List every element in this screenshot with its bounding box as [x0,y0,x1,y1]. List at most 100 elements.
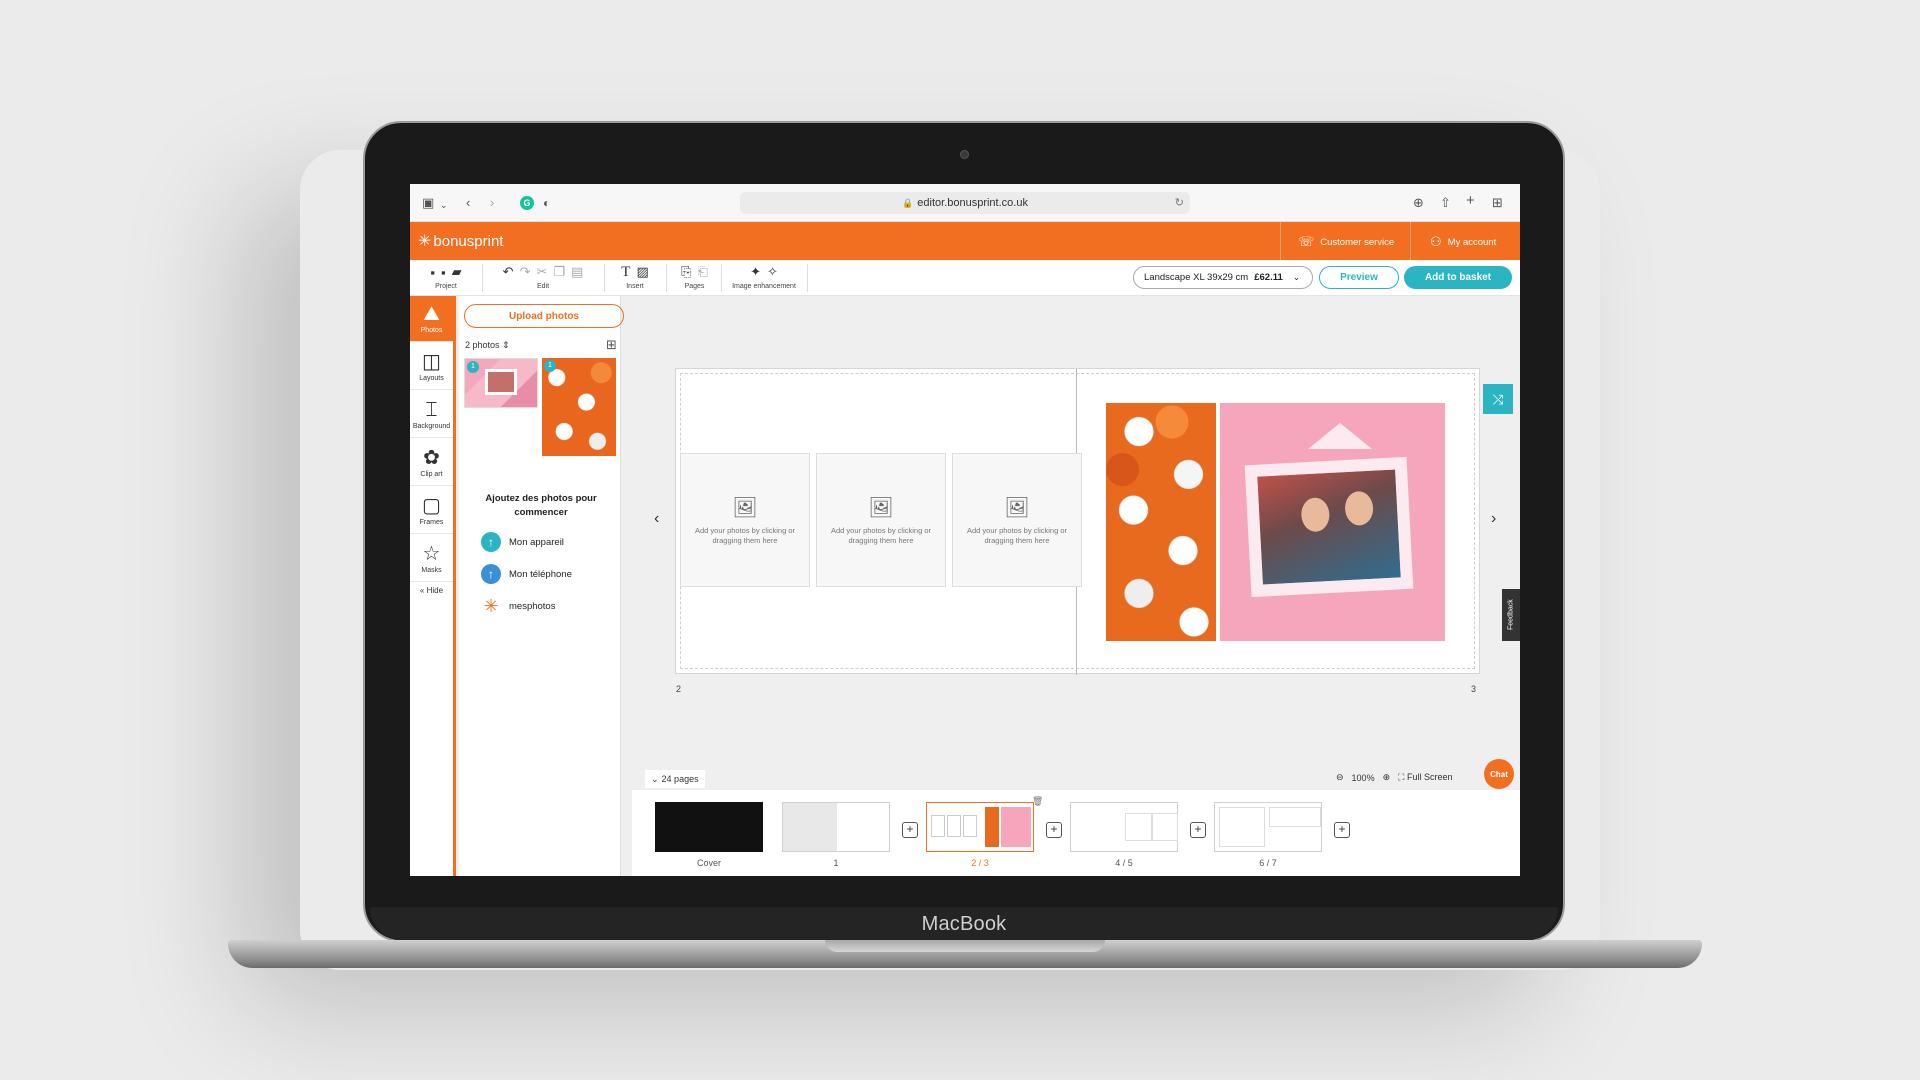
page-thumb-6-7[interactable] [1214,802,1322,852]
shield-icon[interactable]: ◐ [543,195,550,211]
flower-icon: ✿ [423,447,440,469]
left-page-number: 2 [676,684,682,694]
grammarly-icon[interactable]: G [520,196,534,210]
open-folder-icon[interactable]: ▰ [452,264,462,280]
trash-icon[interactable]: 🗑 [1032,796,1043,807]
photos-icon: ⛰ [423,303,440,325]
add-to-basket-button[interactable]: Add to basket [1404,266,1512,289]
new-tab-icon[interactable]: + [1466,193,1475,209]
page-count-toggle[interactable]: ⌄ 24 pages [645,770,705,788]
photo-placeholder[interactable]: 🖼 Add your photos by clicking or draggin… [816,453,946,587]
format-price: £62.11 [1254,272,1283,283]
hide-rail-button[interactable]: « Hide [410,586,453,595]
thumb-slot [931,815,945,837]
page-thumb-1[interactable] [782,802,890,852]
format-select[interactable]: Landscape XL 39x29 cm £62.11 ⌄ [1133,266,1313,289]
page-thumb-label: 1 [833,858,839,868]
address-bar[interactable]: 🔒 editor.bonusprint.co.uk ↻ [740,192,1190,214]
sidebar-icon[interactable]: ▣ [422,195,434,211]
rail-item-layouts[interactable]: ◫ Layouts [410,344,453,390]
pages-group: ⎘ ⎗ Pages [672,263,717,295]
chat-button[interactable]: Chat [1484,759,1514,789]
thumb-slot [1269,807,1321,827]
sort-icon: ⇕ [502,340,510,350]
add-page-icon[interactable]: ⎘ [681,264,691,280]
placed-photo-frame[interactable] [1220,403,1445,641]
page-thumb-2-3[interactable] [926,802,1034,852]
source-my-phone[interactable]: ↑ Mon téléphone [481,564,572,584]
feedback-tab[interactable]: Feedback [1502,589,1520,641]
paste-icon[interactable]: ▤ [571,264,583,280]
copy-icon[interactable]: ❐ [553,264,565,280]
insert-label: Insert [626,283,644,290]
add-page-button[interactable]: + [1190,822,1206,838]
redo-icon[interactable]: ↷ [520,264,531,280]
webcam [960,150,969,159]
rail-item-clip-art[interactable]: ✿ Clip art [410,440,453,486]
insert-image-icon[interactable]: ▨ [636,264,648,280]
enhance-icon[interactable]: ✧ [767,264,778,280]
placed-photo-sweets[interactable] [1106,403,1216,641]
rail-item-label: Photos [420,327,443,334]
page-thumb-cover[interactable] [655,802,763,852]
rail-item-background[interactable]: ⌶ Background [410,392,453,438]
page-count-text: 24 pages [661,774,699,784]
zoom-out-icon[interactable]: ⊖ [1336,772,1344,783]
undo-icon[interactable]: ↶ [503,264,514,280]
frame-roof [1308,423,1372,449]
photo-placeholder[interactable]: 🖼 Add your photos by clicking or draggin… [952,453,1082,587]
previous-page-arrow[interactable]: ‹ [654,510,659,528]
source-mesphotos[interactable]: ✳ mesphotos [481,596,555,617]
source-label: Mon téléphone [509,568,572,580]
upload-photos-button[interactable]: Upload photos [464,304,624,328]
star-mask-icon: ☆ [422,543,441,565]
back-icon[interactable]: ‹ [466,195,470,211]
thumb-slot [1152,813,1178,841]
photos-panel: Upload photos 2 photos ⇕ ⊞ 1 1 Ajoutez d… [459,296,624,876]
rail-item-masks[interactable]: ☆ Masks [410,536,453,582]
placeholder-text: Add your photos by clicking or dragging … [830,525,932,545]
my-account-link[interactable]: ⚇ My account [1430,234,1496,250]
full-screen-button[interactable]: ⛶ Full Screen [1398,772,1452,783]
cut-icon[interactable]: ✂ [536,264,547,280]
save-as-icon[interactable]: ▪ [441,265,446,280]
grid-view-icon[interactable]: ⊞ [606,337,617,353]
download-icon[interactable]: ⊕ [1413,195,1424,211]
photo-thumbnail-sweets[interactable]: 1 [542,358,616,456]
page-thumb-label: 4 / 5 [1115,858,1133,868]
share-icon[interactable]: ⇧ [1440,195,1451,211]
logo[interactable]: ✳ bonusprint [418,231,503,251]
preview-button[interactable]: Preview [1319,266,1399,289]
customer-service-link[interactable]: ☏ Customer service [1298,234,1394,250]
rail-item-photos[interactable]: ⛰ Photos [410,296,453,342]
add-page-button[interactable]: + [1334,822,1350,838]
forward-icon[interactable]: › [490,195,494,211]
source-my-device[interactable]: ↑ Mon appareil [481,532,564,552]
page-thumb-4-5[interactable] [1070,802,1178,852]
page-half [783,803,837,851]
rail-item-frames[interactable]: ▢ Frames [410,488,453,534]
next-page-arrow[interactable]: › [1491,510,1496,528]
person [1300,496,1331,533]
remove-page-icon[interactable]: ⎗ [698,264,708,280]
text-icon[interactable]: T [621,264,630,281]
save-icon[interactable]: ▪ [430,265,435,280]
zoom-in-icon[interactable]: ⊕ [1383,772,1391,783]
rail-item-label: Frames [419,519,444,526]
pages-label: Pages [684,283,705,290]
shuffle-button[interactable]: ⤨ [1483,384,1513,414]
photo-thumbnail-frame[interactable]: 1 [464,358,538,408]
tab-overview-icon[interactable]: ⊞ [1492,195,1503,211]
photos-count-select[interactable]: 2 photos ⇕ [465,340,510,351]
reload-icon[interactable]: ↻ [1175,196,1184,209]
chevron-down-icon[interactable]: ⌄ [440,197,448,213]
logo-text: bonusprint [433,232,504,250]
magic-wand-icon[interactable]: ✦ [750,264,761,280]
add-page-button[interactable]: + [902,822,918,838]
add-page-button[interactable]: + [1046,822,1062,838]
toolbar-divider [666,264,667,292]
usage-badge: 1 [544,360,556,372]
double-chevron-left-icon: « [419,586,425,595]
panel-heading: Ajoutez des photos pour commencer [485,493,597,518]
photo-placeholder[interactable]: 🖼 Add your photos by clicking or draggin… [680,453,810,587]
